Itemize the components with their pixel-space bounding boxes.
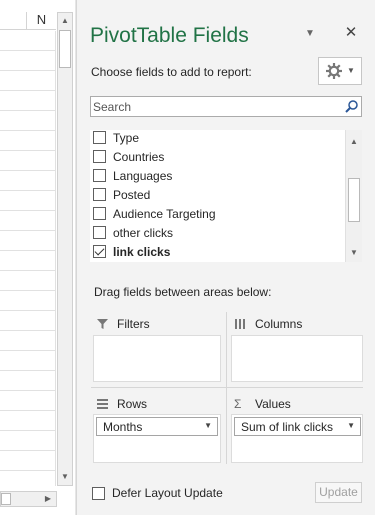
scroll-up-arrow-icon[interactable]: ▲ [58,13,72,29]
field-checkbox[interactable] [93,169,106,182]
rows-field-label: Months [103,419,143,434]
rows-area-header: Rows [96,397,147,411]
choose-fields-label: Choose fields to add to report: [91,65,252,79]
list-item[interactable]: Languages [93,166,172,185]
pane-options-dropdown-icon[interactable]: ▼ [303,27,317,41]
list-item[interactable]: Type [93,130,139,147]
area-divider [91,387,363,388]
field-checkbox[interactable] [93,226,106,239]
scroll-up-arrow-icon[interactable]: ▲ [346,135,362,149]
field-label: Posted [113,187,151,202]
scroll-right-arrow-icon[interactable]: ▶ [42,492,54,506]
columns-label: Columns [255,317,303,331]
horizontal-scrollbar[interactable]: ▶ [0,491,57,507]
field-checkbox-checked[interactable] [93,245,106,258]
search-icon[interactable] [344,99,359,114]
list-item[interactable]: Posted [93,185,150,204]
column-header-n[interactable]: N [26,12,56,29]
list-item[interactable]: link clicks [93,242,170,261]
search-field[interactable] [90,96,362,117]
update-button[interactable]: Update [315,482,362,503]
chevron-down-icon[interactable]: ▼ [347,421,355,430]
field-list: Type Countries Languages Posted Audience… [90,130,362,262]
list-item[interactable]: Countries [93,147,164,166]
chevron-down-icon: ▼ [347,66,355,75]
columns-drop-zone[interactable] [231,335,363,382]
scroll-thumb[interactable] [348,178,360,222]
list-item[interactable]: Audience Targeting [93,204,216,223]
sigma-icon: Σ [234,397,242,411]
field-label: Countries [113,149,165,164]
field-label: link clicks [113,244,171,259]
field-checkbox[interactable] [93,150,106,163]
field-checkbox[interactable] [93,188,106,201]
scroll-down-arrow-icon[interactable]: ▼ [346,246,362,260]
filters-label: Filters [117,317,150,331]
values-field-chip[interactable]: Sum of link clicks ▼ [234,417,361,436]
rows-drop-zone[interactable]: Months ▼ [93,414,221,463]
defer-label: Defer Layout Update [112,486,223,500]
defer-layout-update-option[interactable]: Defer Layout Update [92,486,223,500]
values-label: Values [255,397,291,411]
defer-checkbox[interactable] [92,486,105,500]
rows-icon [97,399,108,409]
search-input[interactable] [93,98,333,115]
rows-field-chip[interactable]: Months ▼ [96,417,218,436]
field-list-scrollbar[interactable]: ▲ ▼ [345,130,362,262]
field-label: Audience Targeting [113,206,216,221]
filters-drop-zone[interactable] [93,335,221,382]
values-field-label: Sum of link clicks [241,419,334,434]
scroll-thumb[interactable] [59,30,71,68]
columns-area-header: Columns [234,317,302,331]
tools-button[interactable]: ▼ [318,57,362,85]
filter-icon [97,319,108,329]
rows-label: Rows [117,397,148,411]
pane-title: PivotTable Fields [90,24,249,47]
scroll-thumb[interactable] [1,493,11,505]
pivottable-fields-pane: PivotTable Fields ▼ ✕ Choose fields to a… [76,0,375,515]
values-area-header: Σ Values [234,397,291,411]
scroll-down-arrow-icon[interactable]: ▼ [58,469,72,485]
values-drop-zone[interactable]: Sum of link clicks ▼ [231,414,363,463]
field-label: other clicks [113,225,174,240]
field-checkbox[interactable] [93,207,106,220]
columns-icon [235,319,245,329]
field-label: Type [113,130,140,145]
chevron-down-icon[interactable]: ▼ [204,421,212,430]
worksheet-area: N ▲ ▼ ▶ [0,0,75,515]
column-header-row: N [0,10,56,30]
gear-icon [326,63,342,79]
vertical-scrollbar[interactable]: ▲ ▼ [57,12,73,486]
field-checkbox[interactable] [93,131,106,144]
cell-grid[interactable] [0,31,56,486]
area-divider [226,312,227,464]
field-label: Languages [113,168,173,183]
list-item[interactable]: other clicks [93,223,173,242]
drag-fields-label: Drag fields between areas below: [94,285,272,299]
filters-area-header: Filters [96,317,150,331]
close-icon[interactable]: ✕ [343,25,359,41]
